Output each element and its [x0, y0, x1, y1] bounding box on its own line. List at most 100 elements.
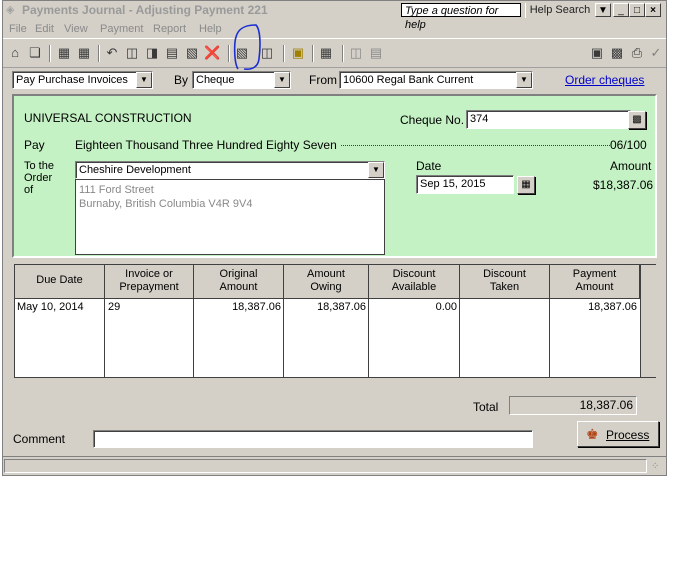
payment-method-select[interactable]: Cheque ▼	[192, 71, 291, 89]
print-icon[interactable]: ⎙	[629, 45, 645, 61]
header-line-2: Amount	[219, 281, 258, 293]
account-select[interactable]: 10600 Regal Bank Current ▼	[339, 71, 533, 89]
toolbar-separator	[49, 45, 51, 62]
menu-payment[interactable]: Payment	[100, 23, 143, 35]
total-value: 18,387.06	[509, 396, 637, 415]
date-input[interactable]: Sep 15, 2015	[416, 175, 514, 194]
annotation-circle	[233, 24, 261, 70]
order-label: Order	[24, 172, 53, 184]
recall-icon[interactable]: ◨	[144, 45, 160, 61]
cheque-lookup-icon[interactable]: ▩	[628, 111, 646, 129]
cell-invoice[interactable]: 29	[108, 301, 120, 313]
help-question-box[interactable]: Type a question for help	[401, 3, 521, 31]
adjust-icon[interactable]: ◫	[124, 45, 140, 61]
header-line-1: Discount	[392, 268, 436, 280]
help-dropdown-icon[interactable]: ▼	[595, 3, 611, 17]
chevron-down-icon[interactable]: ▼	[368, 162, 384, 178]
toolbar: ⌂ ❏ ▦ ▦ ↶ ◫ ◨ ▤ ▧ ❌ ▧ ◫ ▣ ▦ ◫ ▤ ▣ ▩ ⎙ ✓	[3, 38, 666, 68]
header-line-1: Original	[219, 268, 258, 280]
payments-journal-window: ◈ Payments Journal - Adjusting Payment 2…	[2, 0, 667, 476]
total-label: Total	[473, 400, 499, 414]
cell-amount-owing[interactable]: 18,387.06	[284, 301, 366, 313]
chevron-down-icon[interactable]: ▼	[136, 72, 152, 88]
maximize-icon[interactable]: □	[629, 3, 645, 17]
header-line-1: Payment	[572, 268, 617, 280]
cancel-payment-icon[interactable]: ❌	[204, 45, 220, 61]
chevron-down-icon[interactable]: ▼	[274, 72, 290, 88]
to-the-label: To the	[24, 160, 54, 172]
table-row[interactable]: May 10, 2014 29 18,387.06 18,387.06 0.00…	[15, 299, 640, 315]
comment-input[interactable]	[93, 430, 533, 448]
cell-due-date[interactable]: May 10, 2014	[17, 301, 84, 313]
of-label: of	[24, 184, 34, 196]
menu-file[interactable]: File	[9, 23, 27, 35]
fill-icon[interactable]: ◫	[348, 45, 364, 61]
resize-grip-icon[interactable]: ⁘	[651, 461, 659, 472]
address-line-1: 111 Ford Street	[79, 184, 154, 196]
calculator-icon[interactable]: ▦	[318, 45, 334, 61]
track-icon[interactable]: ▣	[290, 45, 306, 61]
header-invoice: Invoice or Prepayment	[105, 265, 194, 299]
pay-amount-words: Eighteen Thousand Three Hundred Eighty S…	[75, 138, 340, 152]
undo-icon[interactable]: ↶	[104, 45, 120, 61]
header-line-2: Owing	[310, 281, 342, 293]
toolbar-separator	[228, 45, 230, 62]
transaction-type-select[interactable]: Pay Purchase Invoices ▼	[12, 71, 153, 89]
cell-payment-amount[interactable]: 18,387.06	[550, 301, 637, 313]
comment-label: Comment	[13, 432, 66, 446]
company-name: UNIVERSAL CONSTRUCTION	[24, 111, 192, 125]
menu-view[interactable]: View	[64, 23, 88, 35]
post-check-icon[interactable]: ✓	[648, 45, 664, 61]
from-label: From	[309, 73, 337, 87]
close-icon[interactable]: ×	[645, 3, 661, 17]
table-icon[interactable]: ▤	[164, 45, 180, 61]
header-line-1: Amount	[307, 268, 345, 280]
minimize-icon[interactable]: _	[613, 3, 629, 17]
home-icon[interactable]: ⌂	[7, 45, 23, 61]
header-due-date-text: Due Date	[36, 274, 83, 286]
pay-label: Pay	[24, 138, 45, 152]
cheque-panel: UNIVERSAL CONSTRUCTION Cheque No. 374 ▩ …	[12, 94, 657, 258]
process-button[interactable]: ♚ Process	[577, 421, 659, 447]
table-scroll-gutter[interactable]	[640, 265, 656, 377]
amount-label: Amount	[610, 159, 652, 173]
cancel-icon[interactable]: ▧	[184, 45, 200, 61]
help-search-button[interactable]: Help Search	[525, 3, 594, 18]
invoice-table: Due Date Invoice or Prepayment Original Am…	[14, 264, 656, 378]
calendar-icon[interactable]: ▦	[56, 45, 72, 61]
app-icon: ◈	[6, 4, 15, 16]
toolbar-separator	[283, 45, 285, 62]
pay-cents: 06/100	[610, 138, 647, 152]
window-title: Payments Journal - Adjusting Payment 221	[22, 3, 268, 17]
toolbar-separator	[342, 45, 344, 62]
calendar-icon[interactable]: ▦	[517, 176, 535, 194]
header-line-2: Available	[391, 281, 437, 293]
header-line-2: Prepayment	[119, 281, 179, 293]
transaction-type-value: Pay Purchase Invoices	[16, 74, 128, 86]
header-discount-available: Discount Available	[369, 265, 460, 299]
open-icon[interactable]: ▣	[589, 45, 605, 61]
header-line-2: Taken	[489, 281, 520, 293]
order-cheques-link[interactable]: Order cheques	[565, 73, 644, 87]
menu-report[interactable]: Report	[153, 23, 186, 35]
process-icon: ♚	[586, 426, 599, 442]
header-amount-owing: Amount Owing	[284, 265, 369, 299]
header-line-1: Invoice or	[125, 268, 173, 280]
header-discount-taken: Discount Taken	[460, 265, 550, 299]
window-icon[interactable]: ❏	[27, 45, 43, 61]
cheque-no-label: Cheque No.	[400, 113, 465, 127]
by-label: By	[174, 73, 189, 87]
payee-select[interactable]: Cheshire Development ▼	[75, 161, 385, 179]
preview-icon[interactable]: ▩	[609, 45, 625, 61]
cell-discount-available[interactable]: 0.00	[369, 301, 457, 313]
payee-address-box[interactable]: 111 Ford Street Burnaby, British Columbi…	[75, 179, 385, 255]
calendar-alt-icon[interactable]: ▦	[76, 45, 92, 61]
cell-original-amount[interactable]: 18,387.06	[194, 301, 281, 313]
menu-help[interactable]: Help	[199, 23, 222, 35]
menu-edit[interactable]: Edit	[35, 23, 54, 35]
date-label: Date	[416, 159, 442, 173]
time-slip-icon[interactable]: ▤	[368, 45, 384, 61]
cheque-no-input[interactable]: 374	[466, 110, 631, 129]
header-original-amount: Original Amount	[194, 265, 284, 299]
chevron-down-icon[interactable]: ▼	[516, 72, 532, 88]
